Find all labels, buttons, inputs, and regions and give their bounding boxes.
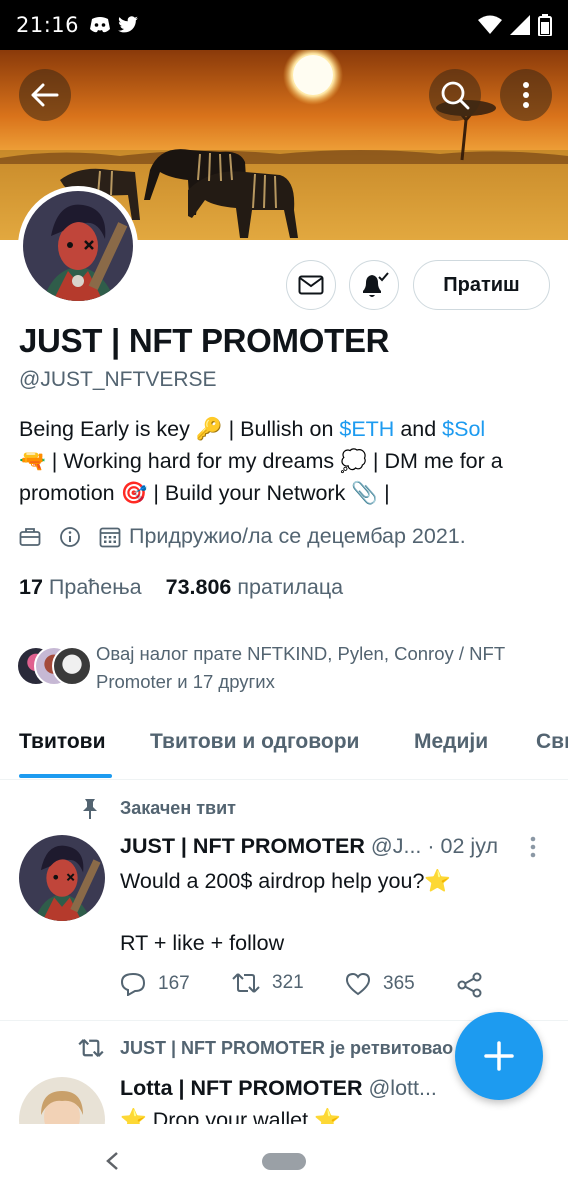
tweet-author-avatar[interactable]: [19, 835, 105, 921]
star-emoji: ⭐: [424, 869, 452, 893]
tweet-header: Lotta | NFT PROMOTER @lott...: [120, 1076, 437, 1101]
profile-bio: Being Early is key 🔑 | Bullish on $ETH a…: [19, 417, 503, 505]
profile-meta: Придружио/ла се децембар 2021.: [19, 524, 466, 549]
reply-button[interactable]: 167: [120, 972, 190, 996]
tab-tweets[interactable]: Твитови: [19, 730, 106, 754]
water-gun-emoji: 🔫: [19, 449, 46, 473]
like-button[interactable]: 365: [345, 972, 415, 996]
back-button[interactable]: [19, 69, 71, 121]
tab-tweets-replies[interactable]: Твитови и одговори: [150, 730, 359, 754]
share-icon: [457, 972, 482, 998]
avatar-image: [23, 191, 133, 301]
followed-by-text: Овај налог прате NFTKIND, Pylen, Conroy …: [96, 643, 505, 692]
message-button[interactable]: [286, 260, 336, 310]
retweet-icon: [232, 973, 260, 993]
envelope-icon: [298, 275, 324, 295]
following-button[interactable]: Пратиш: [413, 260, 550, 310]
follower-avatar: [52, 646, 92, 686]
followers-stat[interactable]: 73.806 пратилаца: [166, 575, 343, 600]
target-emoji: 🎯: [120, 481, 148, 505]
tweet-author-handle: @lott...: [368, 1076, 437, 1100]
nav-back-icon[interactable]: [104, 1150, 120, 1177]
following-stat[interactable]: 17 Праћења: [19, 575, 142, 600]
back-arrow-icon: [31, 83, 59, 107]
tweet-author-handle: @J...: [370, 834, 422, 858]
tweet-author-name[interactable]: JUST | NFT PROMOTER: [120, 834, 365, 858]
followed-by[interactable]: Овај налог прате NFTKIND, Pylen, Conroy …: [16, 640, 536, 696]
search-button[interactable]: [429, 69, 481, 121]
more-options-button[interactable]: [500, 69, 552, 121]
status-time: 21:16: [16, 13, 80, 37]
profile-stats: 17 Праћења 73.806 пратилаца: [19, 575, 343, 600]
retweet-button[interactable]: 321: [232, 972, 304, 994]
nav-home-pill[interactable]: [262, 1153, 306, 1170]
notifications-button[interactable]: [349, 260, 399, 310]
profile-handle: @JUST_NFTVERSE: [19, 368, 217, 391]
status-bar: 21:16: [0, 0, 568, 50]
key-emoji: 🔑: [195, 417, 223, 441]
briefcase-icon: [19, 527, 41, 547]
paperclip-emoji: 📎: [351, 481, 379, 505]
bell-check-icon: [363, 272, 389, 297]
info-icon[interactable]: [59, 526, 81, 548]
battery-icon: [538, 14, 552, 36]
wifi-icon: [478, 15, 502, 34]
tweet-date: · 02 јул: [427, 834, 499, 858]
tweet-author-name[interactable]: Lotta | NFT PROMOTER: [120, 1076, 363, 1100]
compose-tweet-button[interactable]: [455, 1012, 543, 1100]
cashtag-sol-link[interactable]: $Sol: [442, 417, 485, 441]
retweet-label-icon: [78, 1038, 104, 1063]
signal-icon: [510, 15, 530, 35]
calendar-icon: [99, 526, 121, 548]
reply-icon: [120, 972, 146, 996]
heart-icon: [345, 972, 371, 996]
search-icon: [441, 81, 470, 110]
profile-tabs: Твитови Твитови и одговори Медији Свиђањ…: [0, 718, 568, 780]
tab-media[interactable]: Медији: [414, 730, 488, 754]
tweet-header: JUST | NFT PROMOTER @J... · 02 јул: [120, 834, 498, 859]
joined-date: Придружио/ла се децембар 2021.: [129, 524, 466, 548]
share-button[interactable]: [457, 972, 483, 998]
tab-likes[interactable]: Свиђања: [536, 730, 568, 754]
tweet-actions: 167 321 365: [120, 972, 500, 1006]
active-tab-indicator: [19, 774, 112, 778]
pinned-label: Закачен твит: [120, 798, 236, 818]
profile-avatar[interactable]: [18, 186, 138, 306]
tweet-more-icon[interactable]: [530, 836, 536, 863]
profile-name: JUST | NFT PROMOTER: [19, 322, 390, 359]
retweeted-by-label: JUST | NFT PROMOTER је ретвитовао: [120, 1038, 454, 1058]
pin-icon: [80, 798, 100, 825]
tweet-text: Would a 200$ airdrop help you?⭐ RT + lik…: [120, 869, 452, 955]
twitter-bird-icon: [118, 16, 138, 33]
thought-bubble-emoji: 💭: [340, 449, 367, 473]
more-vertical-icon: [523, 82, 529, 108]
cashtag-eth-link[interactable]: $ETH: [339, 417, 394, 441]
discord-icon: [90, 17, 111, 33]
plus-icon: [484, 1041, 514, 1071]
